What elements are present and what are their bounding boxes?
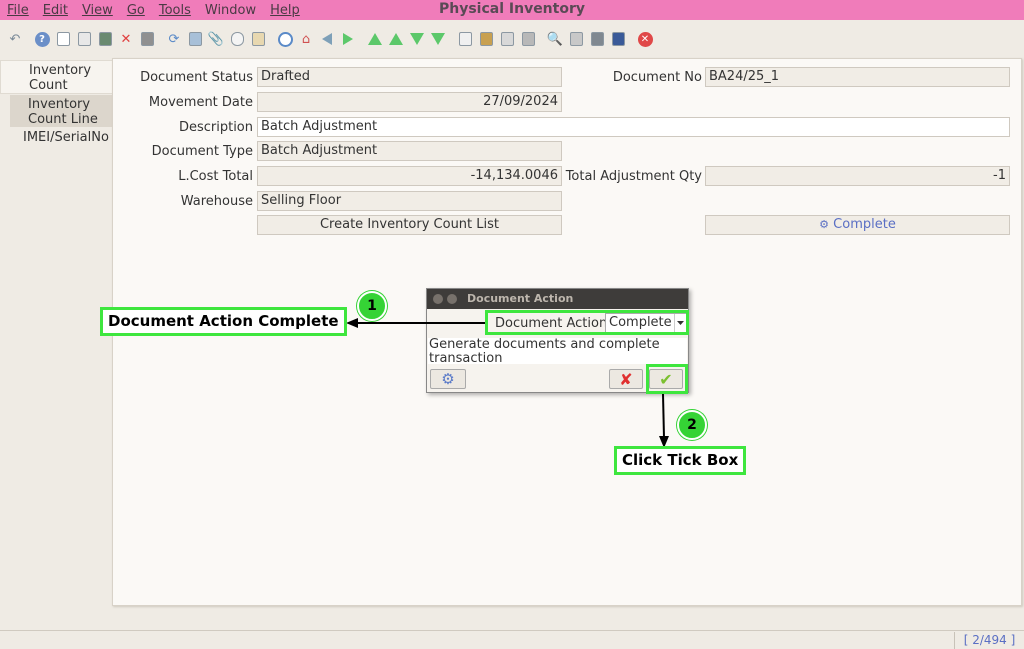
movement-date-label: Movement Date bbox=[148, 95, 253, 110]
record-count: [ 2/494 ] bbox=[954, 632, 1024, 649]
dialog-close-icon[interactable] bbox=[433, 294, 443, 304]
document-type-field[interactable]: Batch Adjustment bbox=[257, 141, 562, 161]
home-icon[interactable]: ⌂ bbox=[297, 30, 315, 48]
gear-icon: ⚙ bbox=[441, 370, 455, 388]
workflow-icon[interactable] bbox=[567, 30, 585, 48]
menu-view[interactable]: View bbox=[75, 3, 120, 18]
menubar: File Edit View Go Tools Window Help bbox=[0, 0, 1024, 20]
print-icon[interactable] bbox=[519, 30, 537, 48]
request-icon[interactable] bbox=[588, 30, 606, 48]
warehouse-label: Warehouse bbox=[180, 194, 253, 209]
dialog-titlebar: Document Action bbox=[427, 289, 688, 309]
statusbar: [ 2/494 ] bbox=[0, 630, 1024, 649]
dialog-minimize-icon[interactable] bbox=[447, 294, 457, 304]
lcost-total-field: -14,134.0046 bbox=[257, 166, 562, 186]
menu-go[interactable]: Go bbox=[120, 3, 152, 18]
menu-window[interactable]: Window bbox=[198, 3, 263, 18]
tab-inventory-count-line[interactable]: Inventory Count Line bbox=[10, 95, 112, 127]
step-1-badge: 1 bbox=[357, 291, 387, 321]
tab-inventory-count[interactable]: Inventory Count bbox=[0, 60, 112, 94]
save-icon[interactable] bbox=[96, 30, 114, 48]
step-1-callout: Document Action Complete bbox=[100, 307, 347, 336]
document-type-label: Document Type bbox=[151, 144, 253, 159]
document-no-field[interactable]: BA24/25_1 bbox=[705, 67, 1010, 87]
forward-icon[interactable] bbox=[339, 30, 357, 48]
new-record-icon[interactable] bbox=[54, 30, 72, 48]
delete-icon[interactable]: ✕ bbox=[117, 30, 135, 48]
chat-icon[interactable] bbox=[228, 30, 246, 48]
archive-icon[interactable] bbox=[477, 30, 495, 48]
toolbar: ↶ ? ✕ ⟳ 📎 ⌂ 🔍 ✕ bbox=[0, 24, 1024, 54]
complete-button[interactable]: ⚙ Complete bbox=[705, 215, 1010, 235]
dialog-cancel-button[interactable]: ✘ bbox=[609, 369, 643, 389]
menu-file[interactable]: File bbox=[0, 3, 36, 18]
previous-record-icon[interactable] bbox=[387, 30, 405, 48]
zoom-across-icon[interactable]: 🔍 bbox=[546, 30, 564, 48]
complete-button-label: Complete bbox=[833, 217, 896, 232]
dialog-settings-button[interactable]: ⚙ bbox=[430, 369, 466, 389]
highlight-document-action bbox=[485, 310, 689, 335]
document-status-field: Drafted bbox=[257, 67, 562, 87]
history-icon[interactable] bbox=[276, 30, 294, 48]
delete-selection-icon[interactable] bbox=[138, 30, 156, 48]
tab-imei-serialno[interactable]: IMEI/SerialNo bbox=[10, 128, 112, 164]
movement-date-field[interactable]: 27/09/2024 bbox=[257, 92, 562, 112]
print-preview-icon[interactable] bbox=[498, 30, 516, 48]
menu-tools[interactable]: Tools bbox=[152, 3, 198, 18]
product-info-icon[interactable] bbox=[609, 30, 627, 48]
attachment-icon[interactable]: 📎 bbox=[207, 30, 225, 48]
document-no-label: Document No bbox=[612, 70, 702, 85]
dialog-title: Document Action bbox=[467, 292, 574, 305]
create-inventory-count-list-button[interactable]: Create Inventory Count List bbox=[257, 215, 562, 235]
close-window-icon[interactable]: ✕ bbox=[636, 30, 654, 48]
find-icon[interactable] bbox=[186, 30, 204, 48]
help-icon[interactable]: ? bbox=[33, 30, 51, 48]
cancel-icon: ✘ bbox=[619, 369, 633, 389]
menu-edit[interactable]: Edit bbox=[36, 3, 75, 18]
multi-view-icon[interactable] bbox=[249, 30, 267, 48]
report-icon[interactable] bbox=[456, 30, 474, 48]
total-adjustment-qty-field: -1 bbox=[705, 166, 1010, 186]
gear-icon: ⚙ bbox=[819, 218, 830, 231]
description-field[interactable]: Batch Adjustment bbox=[257, 117, 1010, 137]
back-icon[interactable] bbox=[318, 30, 336, 48]
warehouse-field[interactable]: Selling Floor bbox=[257, 191, 562, 211]
document-action-description: Generate documents and complete transact… bbox=[428, 338, 687, 364]
next-record-icon[interactable] bbox=[408, 30, 426, 48]
step-2-badge: 2 bbox=[677, 410, 707, 440]
first-record-icon[interactable] bbox=[366, 30, 384, 48]
last-record-icon[interactable] bbox=[429, 30, 447, 48]
lcost-total-label: L.Cost Total bbox=[178, 169, 253, 184]
total-adjustment-qty-label: Total Adjustment Qty bbox=[565, 169, 702, 184]
menu-help[interactable]: Help bbox=[263, 3, 307, 18]
document-status-label: Document Status bbox=[140, 70, 253, 85]
copy-record-icon[interactable] bbox=[75, 30, 93, 48]
undo-icon[interactable]: ↶ bbox=[6, 30, 24, 48]
step-2-callout: Click Tick Box bbox=[614, 446, 747, 475]
description-label: Description bbox=[178, 120, 253, 135]
refresh-icon[interactable]: ⟳ bbox=[165, 30, 183, 48]
highlight-ok-button bbox=[646, 364, 688, 394]
